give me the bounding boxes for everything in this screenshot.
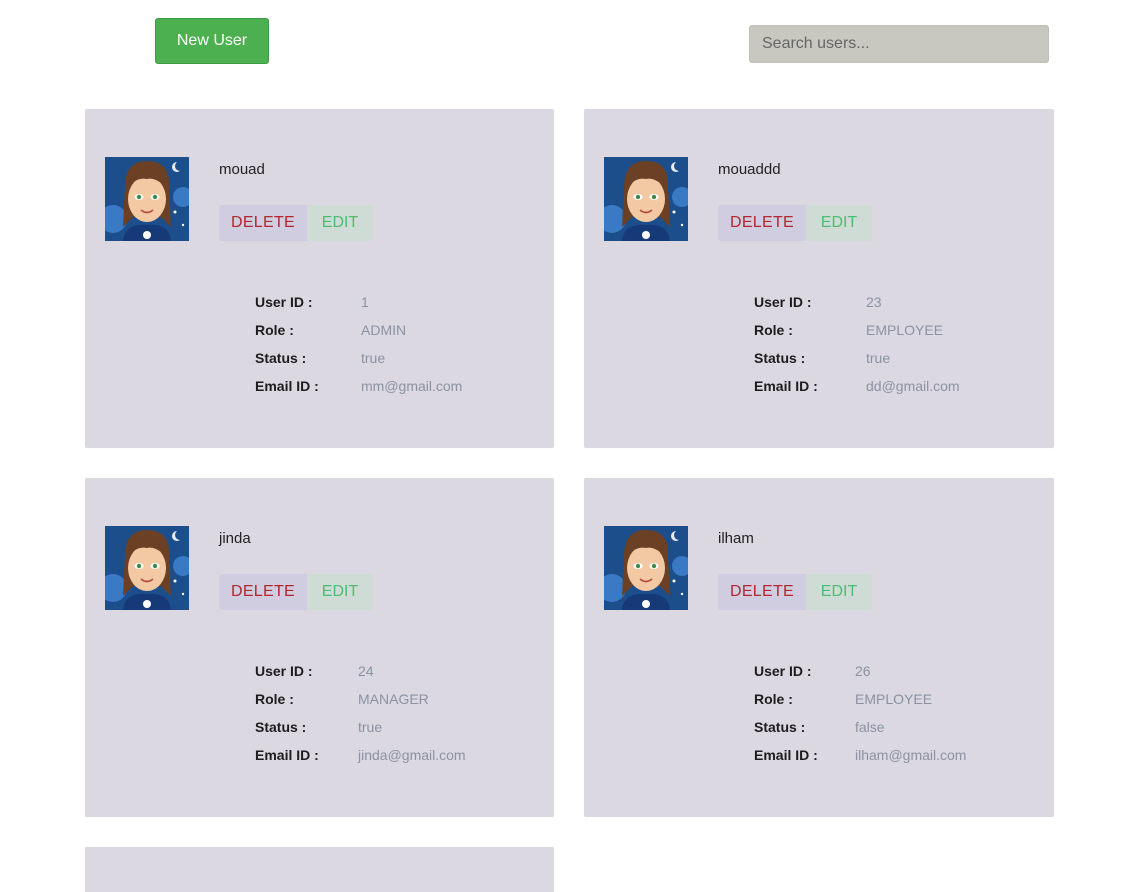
role-label: Role : <box>255 322 294 338</box>
role-label: Role : <box>255 691 294 707</box>
card-actions: DELETE EDIT <box>219 574 373 610</box>
role-value: EMPLOYEE <box>866 322 944 338</box>
card-actions: DELETE EDIT <box>718 205 872 241</box>
search-input[interactable] <box>749 25 1049 63</box>
edit-button[interactable]: EDIT <box>307 574 373 610</box>
edit-button[interactable]: EDIT <box>307 205 373 241</box>
delete-button[interactable]: DELETE <box>718 205 806 241</box>
status-value: true <box>361 350 386 366</box>
role-value: MANAGER <box>358 691 429 707</box>
user-name: mouaddd <box>718 161 781 178</box>
role-label: Role : <box>754 322 793 338</box>
user-id-label: User ID : <box>754 663 812 679</box>
status-value: true <box>358 719 383 735</box>
status-label: Status : <box>754 350 806 366</box>
edit-button[interactable]: EDIT <box>806 205 872 241</box>
delete-button[interactable]: DELETE <box>219 205 307 241</box>
avatar <box>105 157 189 241</box>
avatar <box>604 157 688 241</box>
edit-button[interactable]: EDIT <box>806 574 872 610</box>
user-id-value: 1 <box>361 294 369 310</box>
email-label: Email ID : <box>754 378 818 394</box>
users-page: New User Search users... mouad DELETE ED… <box>0 0 1127 892</box>
user-name: ilham <box>718 530 754 547</box>
status-label: Status : <box>754 719 806 735</box>
user-id-value: 23 <box>866 294 882 310</box>
user-card <box>85 847 554 892</box>
user-id-value: 24 <box>358 663 374 679</box>
email-label: Email ID : <box>255 378 319 394</box>
user-card: mouaddd DELETE EDIT User ID : 23 Role : … <box>584 109 1054 448</box>
status-label: Status : <box>255 350 307 366</box>
card-actions: DELETE EDIT <box>718 574 872 610</box>
user-name: jinda <box>219 530 251 547</box>
user-id-value: 26 <box>855 663 871 679</box>
status-value: true <box>866 350 891 366</box>
role-value: ADMIN <box>361 322 407 338</box>
user-card: mouad DELETE EDIT User ID : 1 Role : ADM… <box>85 109 554 448</box>
user-id-label: User ID : <box>255 294 313 310</box>
email-value: jinda@gmail.com <box>358 747 466 763</box>
status-value: false <box>855 719 885 735</box>
delete-button[interactable]: DELETE <box>718 574 806 610</box>
role-label: Role : <box>754 691 793 707</box>
new-user-button[interactable]: New User <box>155 18 269 64</box>
email-value: dd@gmail.com <box>866 378 960 394</box>
status-label: Status : <box>255 719 307 735</box>
user-card: jinda DELETE EDIT User ID : 24 Role : MA… <box>85 478 554 817</box>
email-value: ilham@gmail.com <box>855 747 967 763</box>
email-value: mm@gmail.com <box>361 378 463 394</box>
email-label: Email ID : <box>255 747 319 763</box>
avatar <box>604 526 688 610</box>
delete-button[interactable]: DELETE <box>219 574 307 610</box>
card-actions: DELETE EDIT <box>219 205 373 241</box>
email-label: Email ID : <box>754 747 818 763</box>
avatar <box>105 526 189 610</box>
role-value: EMPLOYEE <box>855 691 933 707</box>
user-id-label: User ID : <box>754 294 812 310</box>
user-card: ilham DELETE EDIT User ID : 26 Role : EM… <box>584 478 1054 817</box>
user-name: mouad <box>219 161 265 178</box>
user-id-label: User ID : <box>255 663 313 679</box>
